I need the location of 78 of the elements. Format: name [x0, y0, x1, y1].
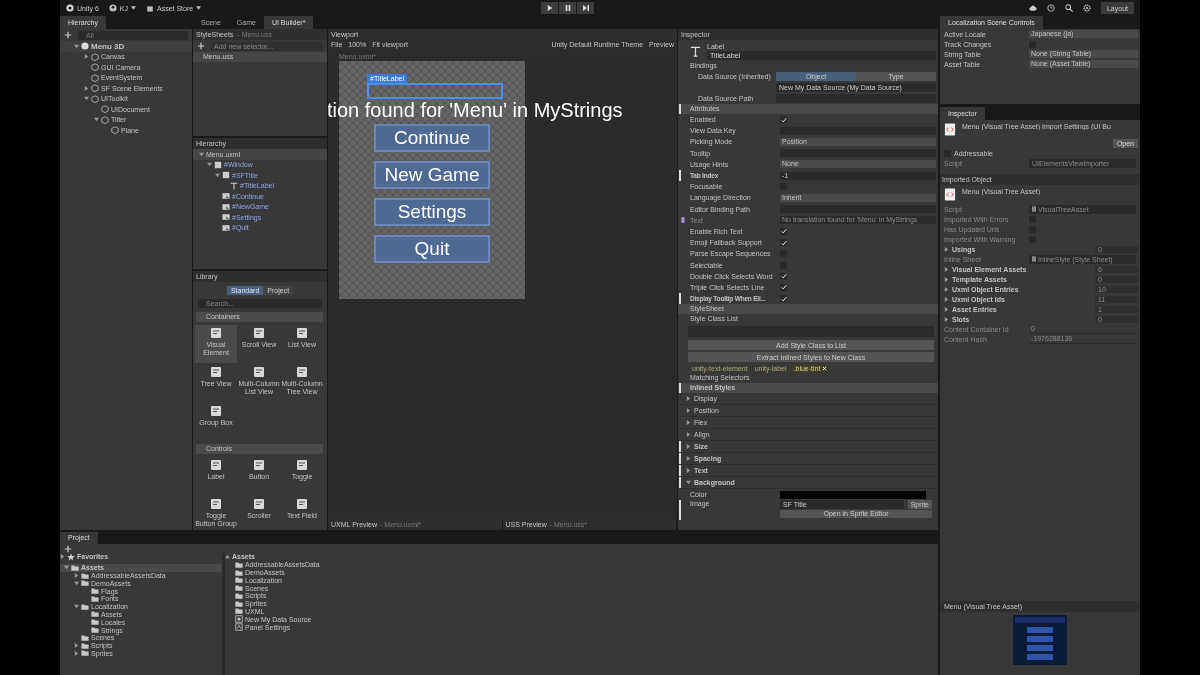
widget-icon	[253, 459, 265, 471]
add-icon[interactable]	[64, 31, 72, 39]
widget-icon	[210, 327, 222, 339]
expand-arrow-icon[interactable]	[215, 172, 220, 178]
expand-arrow-icon[interactable]	[60, 554, 65, 560]
binding-icon	[681, 216, 685, 225]
widget-icon	[253, 327, 265, 339]
play-button[interactable]	[541, 2, 559, 14]
color-field[interactable]	[780, 490, 926, 499]
cloud-icon[interactable]	[1028, 4, 1037, 12]
remove-icon[interactable]	[822, 366, 828, 372]
settings-asset-icon	[235, 623, 243, 632]
widget-icon	[210, 405, 222, 417]
widget-icon	[210, 459, 222, 471]
asset-icon	[235, 615, 243, 624]
caret-icon	[130, 6, 136, 10]
widget-icon	[210, 498, 222, 510]
settings-icon[interactable]	[1082, 4, 1091, 12]
caret-icon	[196, 6, 202, 10]
uxml-file-icon	[944, 188, 956, 201]
expand-arrow-icon[interactable]	[944, 246, 949, 252]
expand-arrow-icon[interactable]	[84, 54, 89, 60]
checkbox[interactable]	[780, 116, 787, 124]
expand-arrow-icon[interactable]	[64, 565, 69, 571]
checkbox[interactable]	[780, 283, 787, 291]
add-icon[interactable]	[197, 42, 205, 50]
expand-arrow-icon[interactable]	[686, 444, 691, 450]
text-icon	[690, 46, 701, 57]
checkbox[interactable]	[780, 227, 787, 235]
pause-button[interactable]	[559, 2, 577, 14]
pause-icon	[564, 5, 571, 11]
widget-icon	[296, 366, 308, 378]
expand-arrow-icon[interactable]	[84, 96, 89, 102]
menu-button[interactable]: New Game	[374, 161, 490, 189]
menu-button[interactable]: Continue	[374, 124, 490, 152]
history-icon[interactable]	[1046, 4, 1055, 12]
account-icon	[108, 4, 117, 12]
title-label[interactable]: tion found for 'Menu' in MyStrings	[328, 99, 623, 121]
expand-arrow-icon[interactable]	[74, 580, 79, 586]
widget-icon	[210, 366, 222, 378]
add-icon[interactable]	[64, 544, 72, 553]
document-icon	[1032, 206, 1036, 212]
expand-arrow-icon[interactable]	[207, 162, 212, 168]
expand-arrow-icon[interactable]	[686, 480, 691, 486]
text-icon	[230, 181, 238, 190]
expand-arrow-icon[interactable]	[686, 420, 691, 426]
expand-arrow-icon[interactable]	[686, 408, 691, 414]
widget-icon	[296, 498, 308, 510]
widget-icon	[253, 366, 265, 378]
expand-arrow-icon[interactable]	[84, 85, 89, 91]
widget-icon	[296, 327, 308, 339]
step-icon	[582, 5, 589, 11]
uxml-file-icon	[944, 123, 956, 136]
expand-arrow-icon[interactable]	[74, 573, 79, 578]
widget-icon	[253, 498, 265, 510]
menu-button[interactable]: Settings	[374, 198, 490, 226]
menu-button[interactable]: Quit	[374, 235, 490, 263]
widget-icon	[296, 459, 308, 471]
play-icon	[546, 5, 553, 11]
checkbox[interactable]	[780, 272, 787, 280]
expand-arrow-icon[interactable]	[686, 432, 691, 438]
expand-arrow-icon[interactable]	[94, 117, 99, 123]
expand-arrow-icon[interactable]	[686, 456, 691, 462]
expand-arrow-icon[interactable]	[686, 396, 691, 402]
checkbox[interactable]	[780, 295, 787, 303]
star-icon	[67, 553, 75, 561]
expand-arrow-icon[interactable]	[199, 151, 204, 157]
step-button[interactable]	[577, 2, 595, 14]
expand-arrow-icon[interactable]	[74, 604, 79, 610]
search-icon[interactable]	[1064, 4, 1073, 12]
expand-arrow-icon[interactable]	[74, 650, 79, 656]
checkbox[interactable]	[780, 239, 787, 247]
expand-arrow-icon[interactable]	[74, 643, 79, 649]
path-field[interactable]	[776, 94, 936, 103]
document-icon	[1032, 256, 1036, 262]
expand-arrow-icon[interactable]	[686, 468, 691, 474]
expand-arrow-icon[interactable]	[74, 43, 79, 49]
collapse-arrow-icon[interactable]	[225, 554, 230, 560]
